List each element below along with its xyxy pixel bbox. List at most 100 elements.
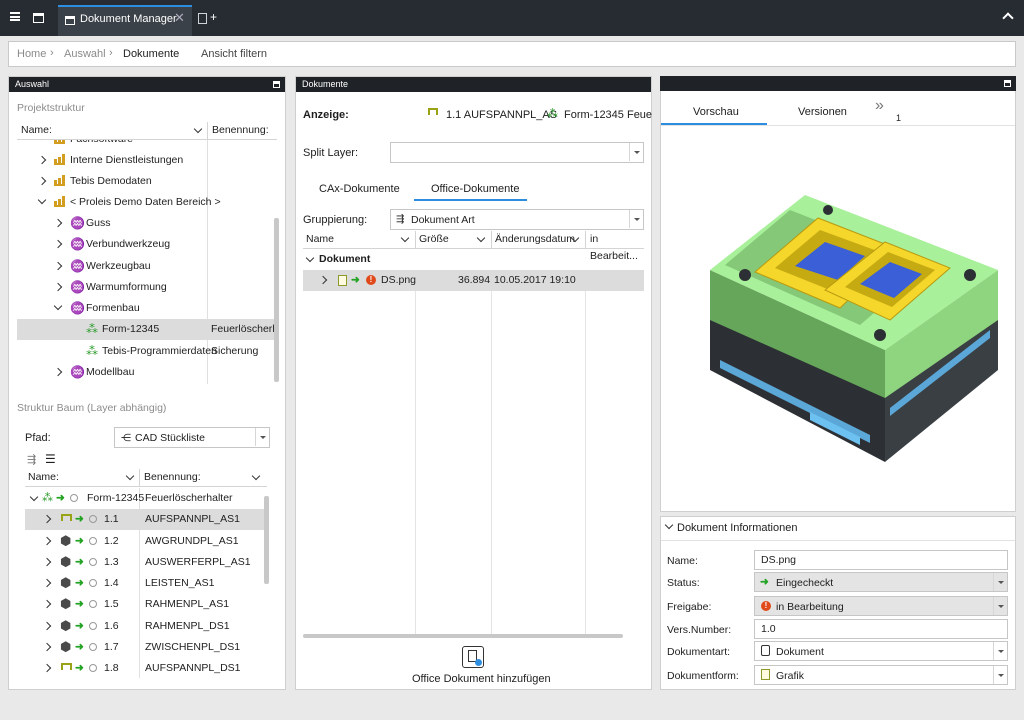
expand-icon[interactable]: [37, 176, 47, 186]
breadcrumb-dokumente[interactable]: Dokumente: [123, 48, 179, 60]
tab-dokument-manager[interactable]: Dokument Manager ✕: [58, 5, 192, 36]
dropdown-icon[interactable]: [993, 597, 1007, 615]
tree-row[interactable]: ♒ Warmumformung: [17, 277, 276, 298]
tree-row[interactable]: ⁂ Tebis-Programmierdaten Sicherung: [17, 341, 276, 362]
add-tab-button[interactable]: +: [210, 10, 217, 24]
bom-root-row[interactable]: ⁂ ➜ Form-12345 Feuerlöscherhalter: [25, 488, 267, 509]
tab-versionen[interactable]: Versionen: [798, 106, 847, 118]
col-benennung[interactable]: Benennung:: [212, 122, 269, 139]
maximize-icon[interactable]: [1004, 80, 1011, 87]
filter-view-link[interactable]: Ansicht filtern: [201, 48, 267, 60]
col-name[interactable]: Name:: [21, 122, 52, 139]
breadcrumb-auswahl[interactable]: Auswahl: [64, 48, 106, 60]
dropdown-icon[interactable]: [993, 666, 1007, 684]
bom-row[interactable]: ⬢ ➜ 1.4 LEISTEN_AS1: [25, 573, 267, 594]
expand-icon[interactable]: [42, 536, 52, 546]
collapse-icon[interactable]: [53, 301, 63, 311]
horizontal-scrollbar[interactable]: [303, 634, 623, 638]
anzeige-item1[interactable]: 1.1 AUFSPANNPL_AS: [446, 109, 557, 121]
collapse-icon[interactable]: [37, 195, 47, 205]
expand-icon[interactable]: [37, 155, 47, 165]
expand-icon[interactable]: [29, 492, 39, 502]
group-row[interactable]: Dokument: [303, 249, 644, 270]
pfad-dropdown[interactable]: ⋲ CAD Stückliste: [114, 427, 270, 448]
expand-icon[interactable]: [318, 275, 328, 285]
sort-icon[interactable]: [125, 471, 135, 481]
warning-icon: !: [366, 275, 376, 285]
tree-row[interactable]: ♒ Modellbau: [17, 362, 276, 383]
breadcrumb-home[interactable]: Home: [17, 48, 46, 60]
anzeige-item2[interactable]: Form-12345 Feuerlö: [564, 109, 652, 121]
dropdown-icon[interactable]: [255, 428, 269, 446]
pin-icon[interactable]: ✕: [174, 10, 185, 26]
vers-value: 1.0: [761, 623, 776, 635]
expand-icon[interactable]: [42, 599, 52, 609]
tree-row[interactable]: Fachsoftware: [17, 140, 276, 150]
sort-icon[interactable]: [476, 233, 486, 243]
vers-field[interactable]: 1.0: [754, 619, 1008, 639]
add-office-document-button[interactable]: Office Dokument hinzufügen: [412, 673, 551, 685]
expand-icon[interactable]: [42, 578, 52, 588]
tree-row[interactable]: ♒ Werkzeugbau: [17, 256, 276, 277]
name-field[interactable]: DS.png: [754, 550, 1008, 570]
expand-icon[interactable]: [53, 261, 63, 271]
dropdown-icon[interactable]: [993, 573, 1007, 591]
expand-icon[interactable]: [42, 557, 52, 567]
tree-scrollbar[interactable]: [274, 218, 279, 382]
expand-icon[interactable]: [42, 663, 52, 673]
tab-cax-dokumente[interactable]: CAx-Dokumente: [319, 183, 400, 195]
new-document-icon[interactable]: [198, 13, 207, 24]
hamburger-menu-icon[interactable]: [10, 12, 20, 21]
bom-row[interactable]: ➜ 1.8 AUFSPANNPL_DS1: [25, 658, 267, 678]
bom-row[interactable]: ⬢ ➜ 1.6 RAHMENPL_DS1: [25, 616, 267, 637]
bom-row[interactable]: ⬢ ➜ 1.5 RAHMENPL_AS1: [25, 594, 267, 615]
window-icon[interactable]: [33, 13, 44, 23]
collapse-icon[interactable]: [1002, 12, 1014, 24]
col-name[interactable]: Name: [306, 231, 334, 248]
expand-icon[interactable]: [42, 514, 52, 524]
tree-row[interactable]: Tebis Demodaten: [17, 171, 276, 192]
tree-row[interactable]: ♒ Formenbau: [17, 298, 276, 319]
col-datum[interactable]: Änderungsdatum: [495, 231, 575, 248]
status-dropdown[interactable]: ➜ Eingecheckt: [754, 572, 1008, 592]
split-layer-dropdown[interactable]: [390, 142, 644, 163]
gruppierung-dropdown[interactable]: ⇶ Dokument Art: [390, 209, 644, 230]
sort-icon[interactable]: [251, 471, 261, 481]
col-groesse[interactable]: Größe: [419, 231, 449, 248]
expand-icon[interactable]: [53, 367, 63, 377]
bom-row[interactable]: ➜ 1.1 AUFSPANNPL_AS1: [25, 509, 267, 530]
bom-row[interactable]: ⬢ ➜ 1.2 AWGRUNDPL_AS1: [25, 531, 267, 552]
sort-icon[interactable]: [193, 124, 203, 134]
tree-row[interactable]: ♒ Verbundwerkzeug: [17, 234, 276, 255]
list-view-icon[interactable]: ☰: [45, 452, 56, 466]
sort-icon[interactable]: [400, 233, 410, 243]
tab-office-dokumente[interactable]: Office-Dokumente: [431, 183, 519, 195]
dokumentart-dropdown[interactable]: Dokument: [754, 641, 1008, 661]
tree-row[interactable]: ♒ Guss: [17, 213, 276, 234]
col-benennung[interactable]: Benennung:: [144, 469, 201, 486]
freigabe-dropdown[interactable]: ! in Bearbeitung: [754, 596, 1008, 616]
bom-row[interactable]: ⬢ ➜ 1.3 AUSWERFERPL_AS1: [25, 552, 267, 573]
tree-view-icon[interactable]: ⇶: [27, 453, 36, 466]
dropdown-icon[interactable]: [629, 143, 643, 161]
more-tabs-icon[interactable]: »: [875, 97, 884, 115]
expand-icon[interactable]: [53, 239, 63, 249]
expand-icon[interactable]: [42, 642, 52, 652]
tree-row[interactable]: < Proleis Demo Daten Bereich >: [17, 192, 276, 213]
col-name[interactable]: Name:: [28, 469, 59, 486]
expand-icon[interactable]: [42, 621, 52, 631]
tree-row[interactable]: ⁂ Form-12345 Feuerlöscherh: [17, 319, 276, 340]
bom-row[interactable]: ⬢ ➜ 1.7 ZWISCHENPL_DS1: [25, 637, 267, 658]
dropdown-icon[interactable]: [993, 642, 1007, 660]
collapse-icon[interactable]: [305, 253, 315, 263]
document-row[interactable]: ➜ ! DS.png 36.894 10.05.2017 19:10: [303, 270, 644, 291]
dropdown-icon[interactable]: [629, 210, 643, 228]
add-document-icon[interactable]: [462, 646, 484, 668]
tab-vorschau[interactable]: Vorschau: [693, 106, 739, 118]
dokumentform-dropdown[interactable]: Grafik: [754, 665, 1008, 685]
maximize-icon[interactable]: [273, 81, 280, 88]
tree-row[interactable]: Interne Dienstleistungen: [17, 150, 276, 171]
bom-scrollbar[interactable]: [264, 496, 269, 584]
expand-icon[interactable]: [53, 282, 63, 292]
expand-icon[interactable]: [53, 218, 63, 228]
